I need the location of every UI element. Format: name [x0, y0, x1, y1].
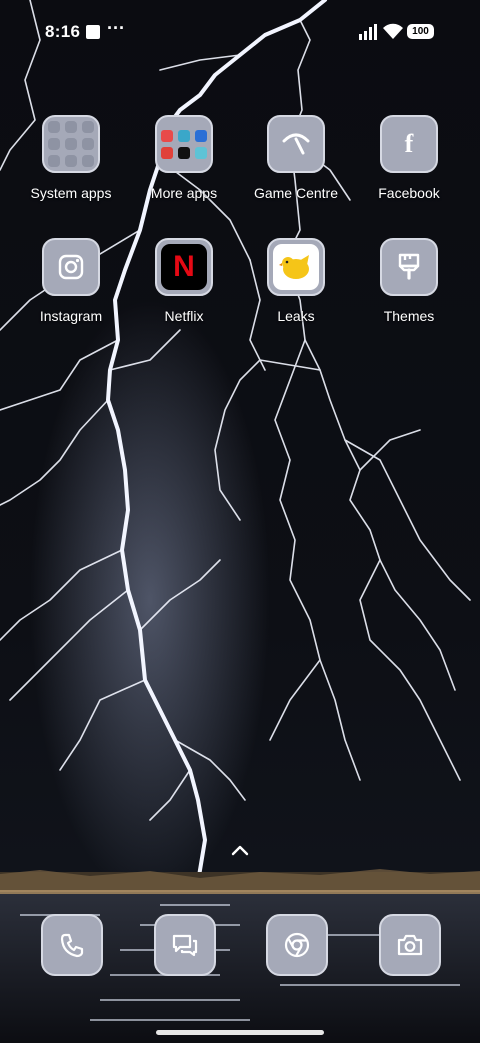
folder-icon [42, 115, 100, 173]
leaks-icon [267, 238, 325, 296]
app-instagram[interactable]: Instagram [15, 238, 127, 324]
brush-icon [380, 238, 438, 296]
app-label: Game Centre [253, 185, 339, 201]
app-label: System apps [30, 185, 112, 201]
status-bar: 8:16 ··· 100 [0, 0, 480, 64]
battery-icon: 100 [407, 24, 434, 39]
app-label: Netflix [164, 308, 204, 324]
dock-messages-button[interactable] [154, 914, 216, 976]
folder-icon [155, 115, 213, 173]
app-drawer-chevron-up-icon[interactable] [230, 843, 250, 857]
app-label: Instagram [39, 308, 103, 324]
app-facebook[interactable]: f Facebook [353, 115, 465, 201]
app-more-apps-folder[interactable]: More apps [128, 115, 240, 201]
facebook-icon: f [380, 115, 438, 173]
dock-camera-button[interactable] [379, 914, 441, 976]
status-time: 8:16 [45, 22, 81, 41]
more-notifications-indicator: ··· [107, 18, 125, 38]
wifi-icon [383, 23, 403, 39]
messages-icon [172, 934, 198, 957]
home-gesture-bar[interactable] [156, 1030, 324, 1035]
notification-square-icon [86, 25, 100, 39]
app-label: Leaks [277, 308, 315, 324]
phone-icon [60, 933, 84, 958]
app-system-apps-folder[interactable]: System apps [15, 115, 127, 201]
chrome-icon [284, 932, 310, 958]
camera-icon [397, 934, 423, 956]
netflix-logo-letter: N [173, 250, 195, 283]
app-leaks[interactable]: Leaks [240, 238, 352, 324]
dock-phone-button[interactable] [41, 914, 103, 976]
app-label: More apps [150, 185, 218, 201]
dock-chrome-button[interactable] [266, 914, 328, 976]
instagram-icon [42, 238, 100, 296]
app-label: Themes [383, 308, 435, 324]
signal-icon [359, 24, 377, 40]
app-label: Facebook [378, 185, 440, 201]
app-themes[interactable]: Themes [353, 238, 465, 324]
app-netflix[interactable]: N Netflix [128, 238, 240, 324]
netflix-icon: N [155, 238, 213, 296]
app-game-centre[interactable]: Game Centre [240, 115, 352, 201]
game-centre-icon [267, 115, 325, 173]
